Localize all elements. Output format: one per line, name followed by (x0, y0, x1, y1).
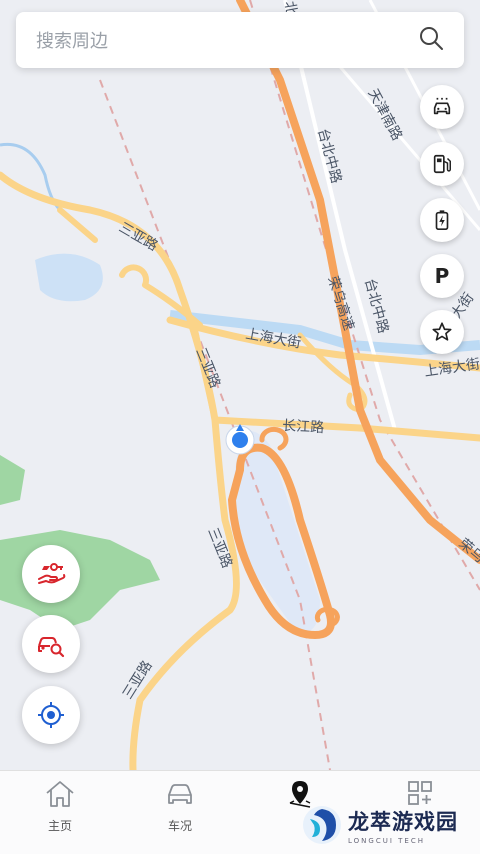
find-car-button[interactable] (22, 615, 80, 673)
fuel-pump-icon (433, 154, 451, 174)
battery-charge-icon (435, 210, 449, 230)
lake (35, 253, 103, 302)
parking-label: P (434, 264, 450, 288)
car-sharing-button[interactable] (22, 545, 80, 603)
watermark-logo-icon (303, 806, 341, 844)
fuel-button[interactable] (420, 142, 464, 186)
watermark-title: 龙萃游戏园 (348, 809, 458, 834)
road-label: 长江路 (282, 418, 325, 436)
tab-home-label: 主页 (47, 819, 72, 833)
home-icon (46, 781, 74, 807)
tab-vehicle-status[interactable]: 车况 (120, 771, 240, 854)
star-icon (432, 322, 452, 341)
car-icon (168, 784, 192, 804)
charging-button[interactable] (420, 198, 464, 242)
tab-home[interactable]: 主页 (0, 771, 120, 854)
search-icon[interactable] (418, 25, 444, 55)
tab-vehicle-status-label: 车况 (167, 819, 192, 833)
locate-icon (38, 702, 64, 728)
parking-button[interactable]: P (420, 254, 464, 298)
car-search-icon (38, 637, 65, 658)
car-key-hand-icon (38, 563, 66, 584)
search-placeholder[interactable]: 搜索周边 (36, 27, 108, 53)
favorites-button[interactable] (420, 310, 464, 354)
watermark-subtitle: LONGCUI TECH (348, 836, 425, 845)
car-wash-icon (433, 97, 451, 115)
car-wash-button[interactable] (420, 85, 464, 129)
watermark: 龙萃游戏园 LONGCUI TECH (300, 800, 470, 850)
search-bar[interactable]: 搜索周边 (16, 12, 464, 68)
locate-button[interactable] (22, 686, 80, 744)
